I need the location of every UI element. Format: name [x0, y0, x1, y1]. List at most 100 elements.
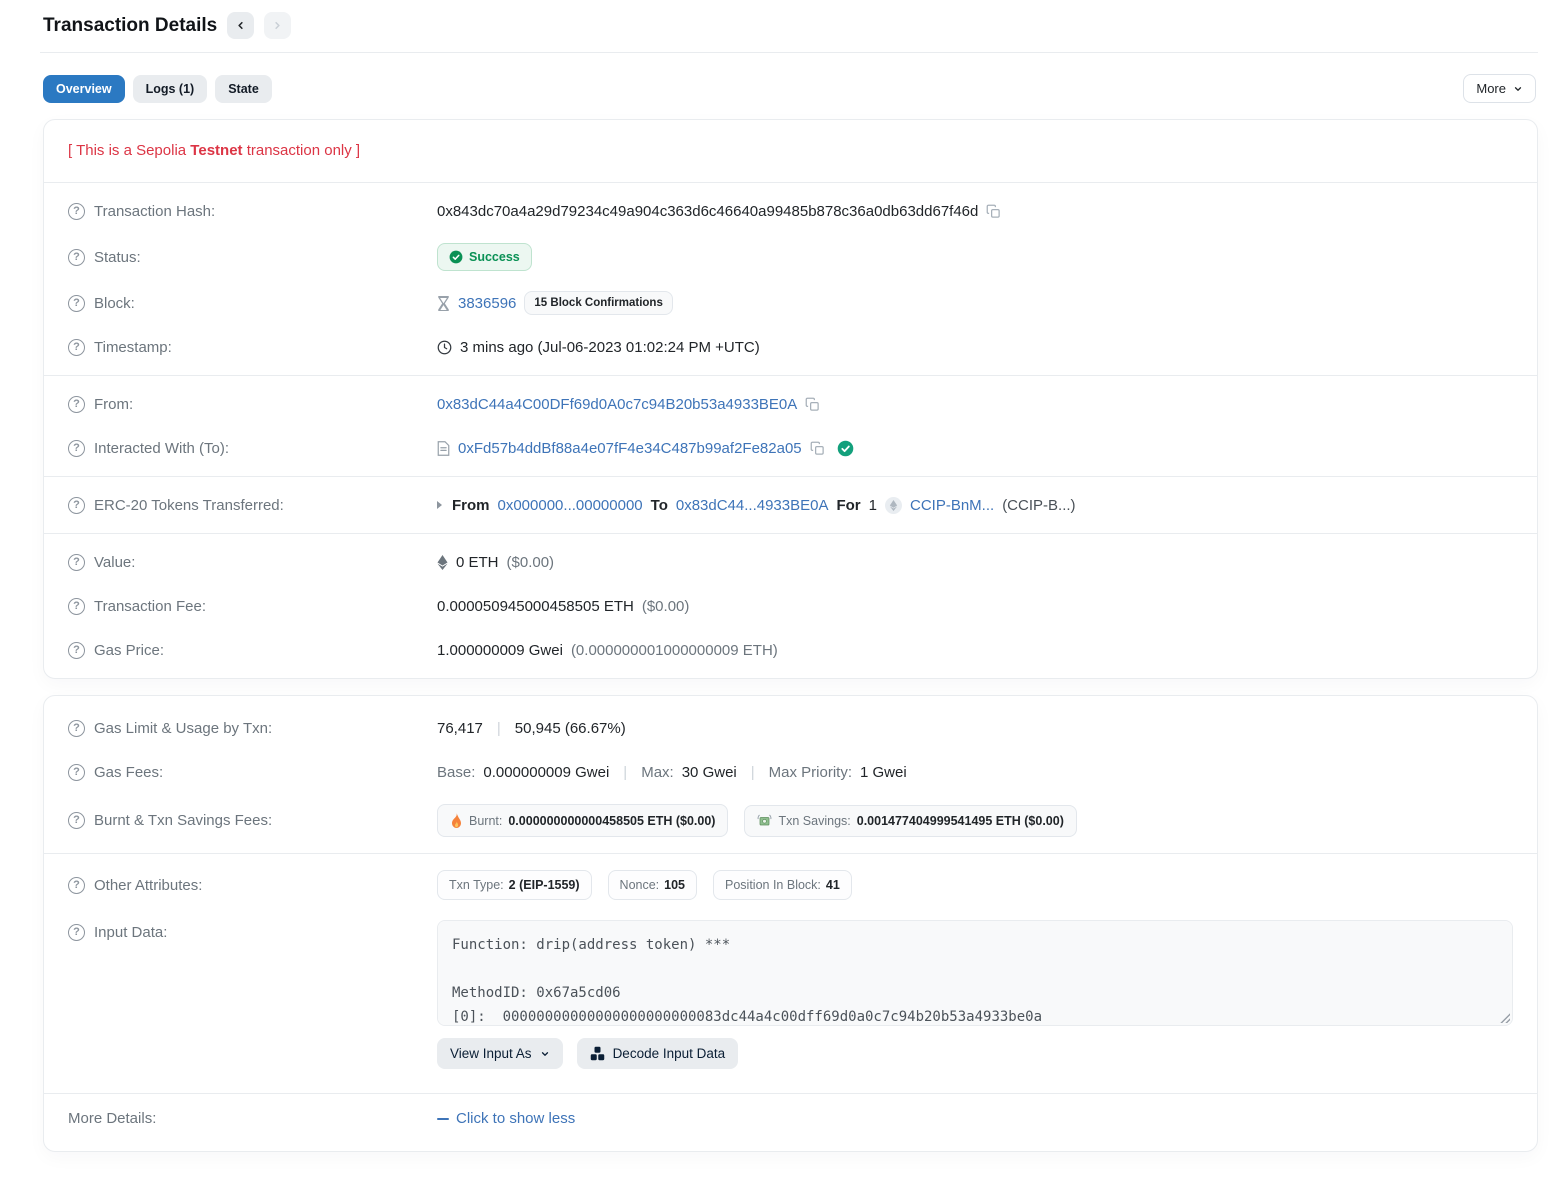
- more-details-row: More Details: Click to show less: [68, 1100, 1513, 1145]
- from-address-link[interactable]: 0x83dC44a4C00DFf69d0A0c7c94B20b53a4933BE…: [437, 396, 797, 413]
- help-icon: ?: [68, 396, 85, 413]
- more-dropdown-button[interactable]: More: [1463, 74, 1536, 103]
- transfer-from-address-link[interactable]: 0x000000...00000000: [498, 497, 643, 514]
- token-symbol: (CCIP-B...): [1002, 497, 1075, 514]
- testnet-notice: [ This is a Sepolia Testnet transaction …: [68, 126, 1513, 176]
- copy-icon[interactable]: [805, 397, 820, 412]
- section-divider: [44, 375, 1537, 376]
- help-icon: ?: [68, 812, 85, 829]
- gas-limit-value: 76,417: [437, 720, 483, 737]
- token-logo-icon: [885, 497, 902, 514]
- timestamp-row: ? Timestamp: 3 mins ago (Jul-06-2023 01:…: [68, 325, 1513, 369]
- timestamp-label: ? Timestamp:: [68, 339, 437, 356]
- fire-icon: [450, 813, 463, 828]
- base-fee-value: 0.000000009 Gwei: [483, 764, 609, 781]
- page-title: Transaction Details: [43, 15, 217, 37]
- more-details-label: More Details:: [68, 1110, 437, 1127]
- decode-input-data-button[interactable]: Decode Input Data: [577, 1038, 739, 1069]
- erc20-transfer-label: ? ERC-20 Tokens Transferred:: [68, 497, 437, 514]
- transfer-to-label: To: [651, 497, 668, 514]
- transaction-hash-row: ? Transaction Hash: 0x843dc70a4a29d79234…: [68, 189, 1513, 233]
- nonce-badge: Nonce: 105: [608, 870, 697, 900]
- gas-price-eth: (0.000000001000000009 ETH): [571, 642, 778, 659]
- gas-fees-label: ? Gas Fees:: [68, 764, 437, 781]
- section-divider: [44, 1093, 1537, 1094]
- previous-transaction-button[interactable]: [227, 12, 254, 39]
- contract-document-icon: [437, 441, 450, 456]
- txn-savings-badge: Txn Savings: 0.001477404999541495 ETH ($…: [744, 805, 1076, 837]
- check-circle-icon: [449, 250, 463, 264]
- transaction-details-page: Transaction Details Overview Logs (1) St…: [0, 0, 1560, 1188]
- help-icon: ?: [68, 249, 85, 266]
- txn-savings-label: Txn Savings:: [778, 814, 850, 828]
- pipe-separator: [491, 720, 507, 737]
- input-data-actions: View Input As Decode Input Data: [437, 1038, 1513, 1069]
- help-icon: ?: [68, 924, 85, 941]
- value-amount: 0 ETH: [456, 554, 499, 571]
- input-data-label: ? Input Data:: [68, 920, 437, 941]
- page-header: Transaction Details: [43, 0, 1538, 52]
- burnt-fee-badge: Burnt: 0.000000000000458505 ETH ($0.00): [437, 804, 728, 837]
- tab-logs[interactable]: Logs (1): [133, 75, 208, 103]
- gas-fees-row: ? Gas Fees: Base: 0.000000009 Gwei Max: …: [68, 750, 1513, 794]
- erc20-transfer-row: ? ERC-20 Tokens Transferred: From 0x0000…: [68, 483, 1513, 527]
- tab-overview[interactable]: Overview: [43, 75, 125, 103]
- verified-check-icon: [837, 440, 854, 457]
- help-icon: ?: [68, 642, 85, 659]
- input-data-textarea[interactable]: Function: drip(address token) *** Method…: [437, 920, 1513, 1026]
- show-less-toggle[interactable]: Click to show less: [437, 1110, 575, 1127]
- burnt-label: Burnt:: [469, 814, 502, 828]
- token-name-link[interactable]: CCIP-BnM...: [910, 497, 994, 514]
- max-priority-fee-value: 1 Gwei: [860, 764, 907, 781]
- copy-icon[interactable]: [986, 204, 1001, 219]
- tabs: Overview Logs (1) State: [43, 75, 1463, 103]
- gas-limit-usage-row: ? Gas Limit & Usage by Txn: 76,417 50,94…: [68, 706, 1513, 750]
- next-transaction-button[interactable]: [264, 12, 291, 39]
- gas-price-row: ? Gas Price: 1.000000009 Gwei (0.0000000…: [68, 628, 1513, 672]
- txn-type-badge: Txn Type: 2 (EIP-1559): [437, 870, 592, 900]
- transfer-to-address-link[interactable]: 0x83dC44...4933BE0A: [676, 497, 829, 514]
- status-row: ? Status: Success: [68, 233, 1513, 281]
- gas-price-amount: 1.000000009 Gwei: [437, 642, 563, 659]
- money-wings-icon: [757, 814, 772, 827]
- help-icon: ?: [68, 554, 85, 571]
- section-divider: [44, 853, 1537, 854]
- help-icon: ?: [68, 764, 85, 781]
- help-icon: ?: [68, 440, 85, 457]
- transfer-from-label: From: [452, 497, 490, 514]
- block-label: ? Block:: [68, 295, 437, 312]
- to-address-link[interactable]: 0xFd57b4ddBf88a4e07fF4e34C487b99af2Fe82a…: [458, 440, 802, 457]
- chevron-right-icon: [272, 20, 283, 31]
- transfer-for-label: For: [836, 497, 860, 514]
- view-input-as-button[interactable]: View Input As: [437, 1038, 563, 1069]
- input-data-row: ? Input Data: Function: drip(address tok…: [68, 910, 1513, 1079]
- clock-icon: [437, 340, 452, 355]
- copy-icon[interactable]: [810, 441, 825, 456]
- details-card: ? Gas Limit & Usage by Txn: 76,417 50,94…: [43, 695, 1538, 1152]
- more-dropdown-label: More: [1476, 81, 1506, 96]
- transaction-hash-value: 0x843dc70a4a29d79234c49a904c363d6c46640a…: [437, 203, 978, 220]
- chevron-down-icon: [1513, 84, 1523, 94]
- transfer-amount: 1: [869, 497, 877, 514]
- section-divider: [44, 182, 1537, 183]
- txn-savings-value: 0.001477404999541495 ETH ($0.00): [857, 814, 1064, 828]
- caret-right-icon: [437, 501, 442, 509]
- status-text: Success: [469, 250, 520, 264]
- help-icon: ?: [68, 497, 85, 514]
- interacted-with-label: ? Interacted With (To):: [68, 440, 437, 457]
- block-number-link[interactable]: 3836596: [458, 295, 516, 312]
- help-icon: ?: [68, 598, 85, 615]
- base-fee-label: Base:: [437, 764, 475, 781]
- section-divider: [44, 533, 1537, 534]
- max-fee-label: Max:: [641, 764, 674, 781]
- burnt-savings-label: ? Burnt & Txn Savings Fees:: [68, 812, 437, 829]
- interacted-with-row: ? Interacted With (To): 0xFd57b4ddBf88a4…: [68, 426, 1513, 470]
- header-divider: [40, 52, 1538, 53]
- timestamp-value: 3 mins ago (Jul-06-2023 01:02:24 PM +UTC…: [460, 339, 760, 356]
- tab-state[interactable]: State: [215, 75, 272, 103]
- chevron-down-icon: [540, 1049, 550, 1059]
- transaction-fee-amount: 0.000050945000458505 ETH: [437, 598, 634, 615]
- max-priority-fee-label: Max Priority:: [769, 764, 852, 781]
- chevron-left-icon: [235, 20, 246, 31]
- value-usd: ($0.00): [507, 554, 555, 571]
